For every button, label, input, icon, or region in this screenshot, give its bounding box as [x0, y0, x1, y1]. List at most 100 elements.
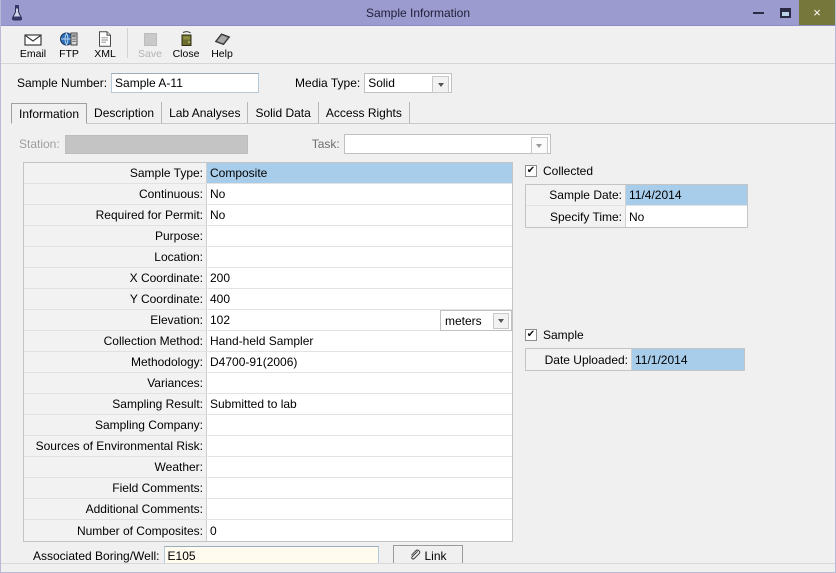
- row-label: Sample Type:: [24, 163, 207, 183]
- toolbar-save-button[interactable]: Save: [132, 28, 168, 60]
- row-value[interactable]: D4700-91(2006): [207, 352, 512, 372]
- table-row[interactable]: Required for Permit: No: [24, 205, 512, 226]
- table-row[interactable]: Number of Composites: 0: [24, 520, 512, 541]
- row-label: Location:: [24, 247, 207, 267]
- row-value[interactable]: 0: [207, 520, 512, 541]
- row-label: Number of Composites:: [24, 520, 207, 541]
- row-value[interactable]: Composite: [207, 163, 512, 183]
- toolbar-save-label: Save: [138, 48, 162, 60]
- information-tab-content: Sample Type: Composite Continuous: No Re…: [1, 162, 835, 542]
- toolbar-xml-label: XML: [94, 48, 116, 60]
- xml-document-icon: [98, 30, 112, 48]
- table-row-elevation[interactable]: Elevation: 102 meters: [24, 310, 512, 331]
- row-value[interactable]: [207, 226, 512, 246]
- table-row[interactable]: Specify Time: No: [526, 206, 747, 227]
- table-row[interactable]: Sampling Result: Submitted to lab: [24, 394, 512, 415]
- table-row[interactable]: Weather:: [24, 457, 512, 478]
- table-row[interactable]: Y Coordinate: 400: [24, 289, 512, 310]
- row-value[interactable]: Hand-held Sampler: [207, 331, 512, 351]
- checkmark-icon[interactable]: ✔: [525, 329, 537, 341]
- table-row[interactable]: Field Comments:: [24, 478, 512, 499]
- tab-information[interactable]: Information: [11, 103, 88, 124]
- tab-information-label: Information: [19, 106, 80, 121]
- collected-checkbox-row[interactable]: ✔ Collected: [525, 162, 765, 180]
- associated-boring-label: Associated Boring/Well:: [33, 549, 160, 563]
- row-value[interactable]: [207, 373, 512, 393]
- door-close-icon: [179, 30, 194, 48]
- table-row[interactable]: Sample Type: Composite: [24, 163, 512, 184]
- tab-lab-analyses[interactable]: Lab Analyses: [162, 102, 249, 123]
- table-row[interactable]: Purpose:: [24, 226, 512, 247]
- row-value[interactable]: [207, 499, 512, 519]
- toolbar-close-label: Close: [172, 48, 200, 60]
- row-value[interactable]: [207, 457, 512, 477]
- checkmark-icon[interactable]: ✔: [525, 165, 537, 177]
- link-button[interactable]: Link: [392, 545, 463, 563]
- sample-grid: Date Uploaded: 11/1/2014: [525, 348, 745, 371]
- table-row[interactable]: Date Uploaded: 11/1/2014: [526, 349, 744, 370]
- tab-lab-analyses-label: Lab Analyses: [169, 105, 241, 120]
- link-button-label: Link: [424, 549, 447, 563]
- row-value[interactable]: [207, 478, 512, 498]
- row-value[interactable]: Submitted to lab: [207, 394, 512, 414]
- row-value[interactable]: 11/1/2014: [632, 349, 744, 370]
- right-panel: ✔ Collected Sample Date: 11/4/2014 Speci…: [525, 162, 765, 371]
- minimize-button[interactable]: [745, 0, 772, 25]
- collected-grid: Sample Date: 11/4/2014 Specify Time: No: [525, 184, 748, 228]
- sample-checkbox-label: Sample: [543, 328, 584, 342]
- chevron-down-icon[interactable]: [432, 76, 450, 93]
- table-row[interactable]: X Coordinate: 200: [24, 268, 512, 289]
- tab-access-rights[interactable]: Access Rights: [318, 102, 410, 123]
- sample-checkbox-row[interactable]: ✔ Sample: [525, 326, 765, 344]
- table-row[interactable]: Collection Method: Hand-held Sampler: [24, 331, 512, 352]
- table-row[interactable]: Continuous: No: [24, 184, 512, 205]
- minimize-icon: [753, 11, 764, 14]
- media-type-select[interactable]: Solid: [364, 73, 453, 93]
- row-value[interactable]: [207, 247, 512, 267]
- row-label: Purpose:: [24, 226, 207, 246]
- window-title: Sample Information: [365, 5, 471, 20]
- save-disk-icon: [143, 30, 158, 48]
- table-row[interactable]: Additional Comments:: [24, 499, 512, 520]
- row-value[interactable]: [207, 436, 512, 456]
- row-label: Elevation:: [24, 310, 207, 330]
- table-row[interactable]: Sampling Company:: [24, 415, 512, 436]
- task-label: Task:: [311, 137, 340, 151]
- row-value[interactable]: 200: [207, 268, 512, 288]
- row-value[interactable]: 400: [207, 289, 512, 309]
- row-value[interactable]: No: [207, 184, 512, 204]
- toolbar-ftp-button[interactable]: FTP: [51, 28, 87, 60]
- task-select[interactable]: [343, 134, 551, 154]
- maximize-button[interactable]: [772, 0, 799, 25]
- table-row[interactable]: Variances:: [24, 373, 512, 394]
- row-value[interactable]: No: [207, 205, 512, 225]
- row-value[interactable]: 11/4/2014: [626, 185, 747, 205]
- status-bar: [1, 563, 835, 572]
- tab-description[interactable]: Description: [87, 102, 163, 123]
- toolbar-email-button[interactable]: Email: [15, 28, 51, 60]
- row-value[interactable]: [207, 415, 512, 435]
- table-row[interactable]: Sample Date: 11/4/2014: [526, 185, 747, 206]
- table-row[interactable]: Location:: [24, 247, 512, 268]
- toolbar-help-button[interactable]: Help: [204, 28, 240, 60]
- property-grid: Sample Type: Composite Continuous: No Re…: [23, 162, 513, 542]
- table-row[interactable]: Methodology: D4700-91(2006): [24, 352, 512, 373]
- row-label: Variances:: [24, 373, 207, 393]
- tab-access-rights-label: Access Rights: [325, 105, 402, 120]
- maximize-icon: [780, 7, 791, 18]
- toolbar-close-button[interactable]: Close: [168, 28, 204, 60]
- station-input: [64, 134, 248, 154]
- window-controls: ×: [745, 0, 835, 25]
- row-value[interactable]: No: [626, 206, 747, 227]
- elevation-unit-value: meters: [445, 313, 482, 328]
- elevation-unit-select[interactable]: meters: [440, 310, 512, 331]
- table-row[interactable]: Sources of Environmental Risk:: [24, 436, 512, 457]
- associated-boring-input[interactable]: [163, 545, 379, 563]
- sample-number-input[interactable]: [111, 73, 260, 93]
- toolbar-xml-button[interactable]: XML: [87, 28, 123, 60]
- media-type-label: Media Type:: [295, 76, 361, 90]
- chevron-down-icon[interactable]: [530, 137, 548, 154]
- tab-solid-data[interactable]: Solid Data: [248, 102, 319, 123]
- close-button[interactable]: ×: [799, 0, 835, 25]
- chevron-down-icon[interactable]: [493, 313, 509, 329]
